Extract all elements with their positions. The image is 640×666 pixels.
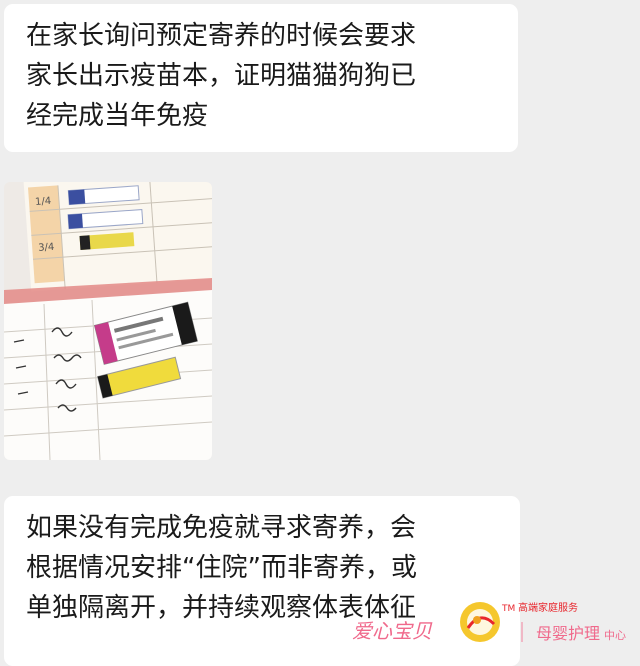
svg-text:3/4: 3/4 xyxy=(38,242,55,254)
message-line: 如果没有完成免疫就寻求寄养，会 xyxy=(26,513,417,543)
message-line: 经完成当年免疫 xyxy=(26,101,209,131)
vaccine-booklet-image: 1/4 3/4 xyxy=(4,182,212,460)
message-line: 在家长询问预定寄养的时候会要求 xyxy=(26,21,417,51)
trademark-mark: TM xyxy=(501,604,515,614)
heart-swirl-logo-icon xyxy=(460,602,500,642)
brand-tagline: 高端家庭服务 xyxy=(518,601,578,614)
message-bubble-1[interactable]: 在家长询问预定寄养的时候会要求 家长出示疫苗本，证明猫猫狗狗已 经完成当年免疫 xyxy=(4,4,518,152)
brand-watermark: 爱心宝贝 TM 高端家庭服务 母婴护理 中心 xyxy=(352,598,638,646)
brand-watermark-graphic: 爱心宝贝 TM 高端家庭服务 母婴护理 中心 xyxy=(352,601,626,643)
message-line: 家长出示疫苗本，证明猫猫狗狗已 xyxy=(26,61,417,91)
svg-text:1/4: 1/4 xyxy=(35,196,52,208)
brand-name: 爱心宝贝 xyxy=(352,619,433,643)
service-name: 母婴护理 xyxy=(536,624,600,643)
message-line: 根据情况安排“住院”而非寄养，或 xyxy=(26,553,417,583)
vaccine-booklet-photo[interactable]: 1/4 3/4 xyxy=(4,182,212,460)
service-suffix: 中心 xyxy=(604,629,626,642)
